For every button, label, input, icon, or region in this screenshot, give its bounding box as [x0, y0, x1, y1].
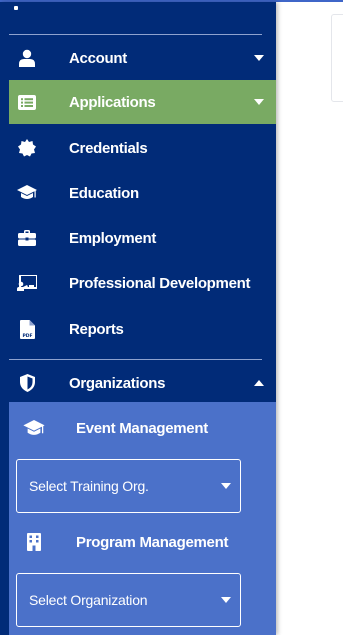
sidebar-top-stub [14, 6, 18, 10]
svg-text:PDF: PDF [22, 333, 32, 339]
sidebar-item-label: Credentials [69, 139, 148, 157]
graduation-cap-icon [17, 183, 37, 203]
submenu-item-event-management[interactable]: Event Management [9, 408, 276, 448]
sidebar: Account Applications Credentials Educati… [0, 2, 276, 635]
sidebar-item-employment[interactable]: Employment [9, 216, 276, 260]
organization-select[interactable]: Select Organization [16, 573, 241, 627]
sidebar-divider [9, 34, 262, 35]
sidebar-item-reports[interactable]: PDF Reports [9, 307, 276, 351]
list-icon [17, 92, 37, 112]
chevron-down-icon [221, 481, 231, 491]
sidebar-item-credentials[interactable]: Credentials [9, 126, 276, 170]
submenu-item-label: Program Management [76, 533, 229, 551]
submenu-item-program-management[interactable]: Program Management [9, 522, 276, 562]
shield-icon [17, 373, 37, 393]
sidebar-item-account[interactable]: Account [9, 36, 276, 80]
sidebar-item-label: Applications [69, 93, 156, 111]
submenu-item-label: Event Management [76, 419, 208, 437]
chevron-down-icon [221, 595, 231, 605]
sidebar-item-label: Employment [69, 229, 157, 247]
content-card [331, 14, 343, 102]
sidebar-item-professional-development[interactable]: Professional Development [9, 261, 276, 305]
select-value: Select Organization [29, 592, 148, 608]
training-org-select[interactable]: Select Training Org. [16, 459, 241, 513]
sidebar-item-label: Account [69, 49, 127, 67]
organizations-submenu: Event Management Select Training Org. Pr… [9, 402, 276, 635]
building-icon [23, 531, 45, 553]
chevron-up-icon [254, 378, 264, 388]
presentation-icon [17, 273, 37, 293]
select-value: Select Training Org. [29, 478, 149, 494]
sidebar-item-applications[interactable]: Applications [9, 80, 276, 124]
chevron-down-icon [254, 53, 264, 63]
sidebar-item-label: Reports [69, 320, 124, 338]
briefcase-icon [17, 228, 37, 248]
sidebar-item-education[interactable]: Education [9, 171, 276, 215]
sidebar-item-label: Education [69, 184, 139, 202]
badge-icon [17, 138, 37, 158]
graduation-cap-icon [23, 417, 45, 439]
sidebar-item-label: Organizations [69, 374, 166, 392]
chevron-down-icon [254, 97, 264, 107]
sidebar-divider [9, 359, 262, 360]
sidebar-item-label: Professional Development [69, 274, 251, 292]
sidebar-item-organizations[interactable]: Organizations [9, 361, 276, 405]
user-icon [17, 48, 37, 68]
pdf-file-icon: PDF [17, 319, 37, 339]
